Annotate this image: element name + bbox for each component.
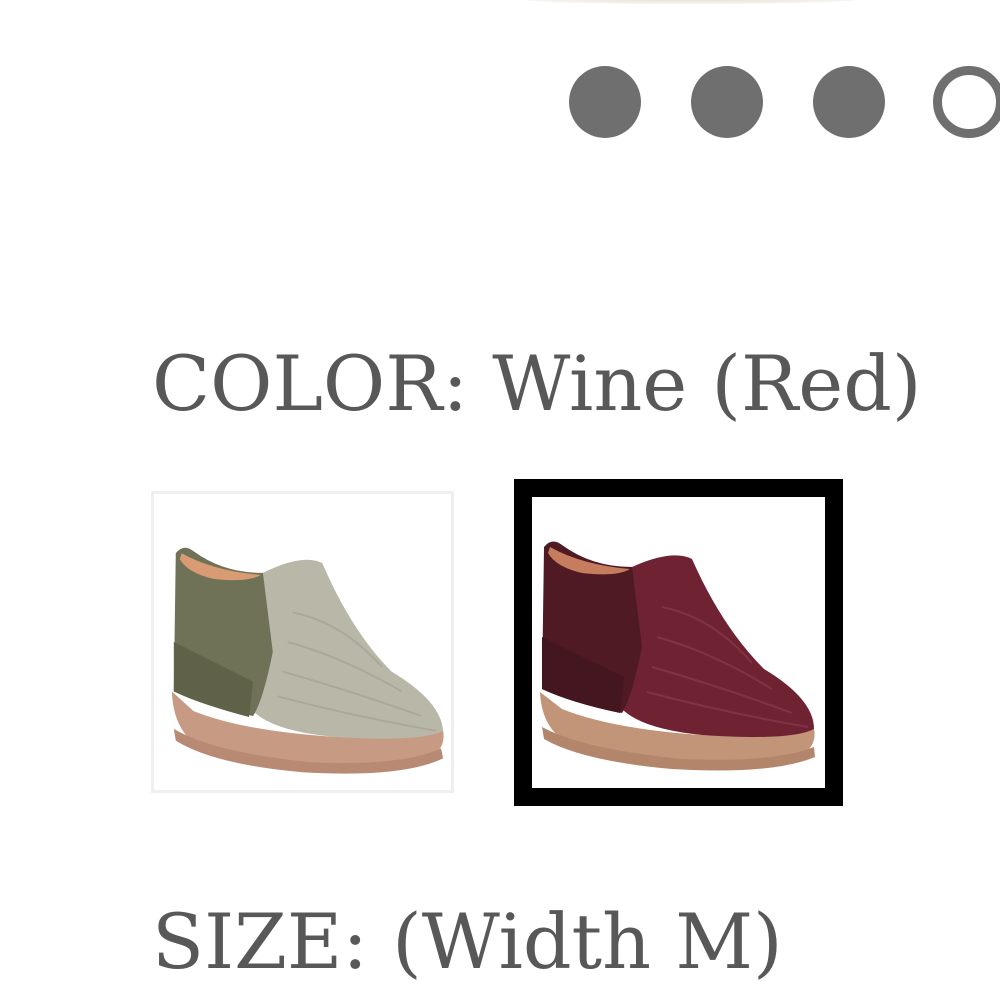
image-carousel-pagination	[569, 66, 1000, 138]
size-heading: SIZE: (Width M)	[152, 894, 783, 990]
size-width-note: (Width M)	[392, 897, 783, 986]
wine-shoe-icon	[540, 541, 815, 771]
selected-color-value: Wine (Red)	[492, 339, 922, 428]
size-label: SIZE:	[152, 897, 368, 986]
color-heading: COLOR: Wine (Red)	[152, 336, 922, 432]
carousel-dot-4-active[interactable]	[933, 66, 1000, 138]
color-label: COLOR:	[152, 339, 469, 428]
color-swatch-sage[interactable]	[151, 491, 454, 793]
carousel-dot-1[interactable]	[569, 66, 641, 138]
carousel-dot-2[interactable]	[691, 66, 763, 138]
sage-shoe-icon	[171, 547, 444, 774]
color-swatch-wine-selected[interactable]	[514, 479, 843, 806]
product-image-bottom-edge	[520, 0, 860, 4]
carousel-dot-3[interactable]	[813, 66, 885, 138]
